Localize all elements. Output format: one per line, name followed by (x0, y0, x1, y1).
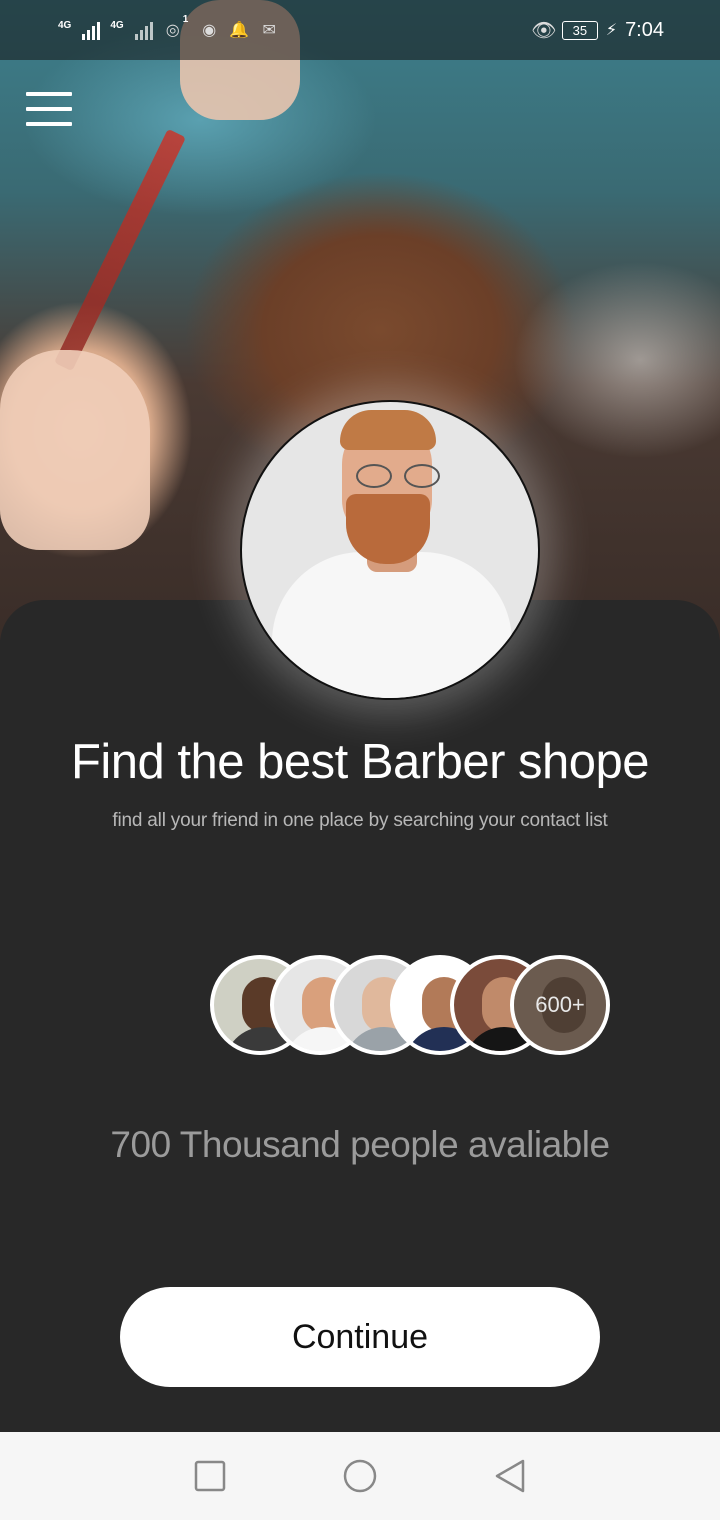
network-label: 4G (58, 20, 72, 31)
circle-icon (343, 1459, 377, 1493)
avatar-more-badge[interactable]: 600+ (510, 955, 610, 1055)
home-button[interactable] (340, 1456, 380, 1496)
avatar-more-label: 600+ (535, 992, 585, 1017)
status-left: 4G 4G ◎ 1 ◉ 🔔 ✉ (58, 14, 279, 40)
nfc-icon: ◉ (202, 22, 217, 39)
profile-avatar (240, 400, 540, 700)
hotspot-count: 1 (182, 14, 189, 25)
hamburger-menu-icon[interactable] (26, 92, 72, 126)
menu-line (26, 122, 72, 126)
hotspot-icon: ◎ (165, 22, 180, 39)
mail-icon: ✉ (262, 22, 276, 39)
status-bar: 4G 4G ◎ 1 ◉ 🔔 ✉ 👁 35 ⚡ 7:04 (0, 0, 720, 60)
signal-icon-2 (134, 20, 153, 40)
available-count-text: 700 Thousand people avaliable (110, 1124, 610, 1165)
profile-hair (340, 410, 436, 450)
network-label-2: 4G (110, 20, 124, 31)
status-time: 7:04 (625, 18, 664, 41)
charging-icon: ⚡ (605, 22, 618, 39)
glasses-icon (356, 464, 440, 488)
triangle-back-icon (495, 1459, 525, 1493)
screen: 4G 4G ◎ 1 ◉ 🔔 ✉ 👁 35 ⚡ 7:04 Find the bes (0, 0, 720, 1520)
menu-line (26, 107, 72, 111)
eye-icon: 👁 (531, 19, 557, 42)
recent-apps-button[interactable] (190, 1456, 230, 1496)
menu-line (26, 92, 72, 96)
square-icon (194, 1460, 226, 1492)
continue-button[interactable]: Continue (120, 1287, 600, 1387)
hero-hand-left (0, 350, 150, 550)
profile-shirt (272, 552, 512, 698)
status-right: 👁 35 ⚡ 7:04 (531, 18, 664, 42)
signal-icon (82, 20, 101, 40)
page-title: Find the best Barber shope (70, 735, 650, 789)
bell-icon: 🔔 (229, 22, 250, 39)
avatar-group: 600+ (210, 955, 630, 1055)
system-nav-bar (0, 1432, 720, 1520)
hero-comb (54, 128, 186, 372)
battery-icon: 35 (561, 20, 598, 40)
back-button[interactable] (490, 1456, 530, 1496)
page-subtitle: find all your friend in one place by sea… (112, 810, 608, 831)
